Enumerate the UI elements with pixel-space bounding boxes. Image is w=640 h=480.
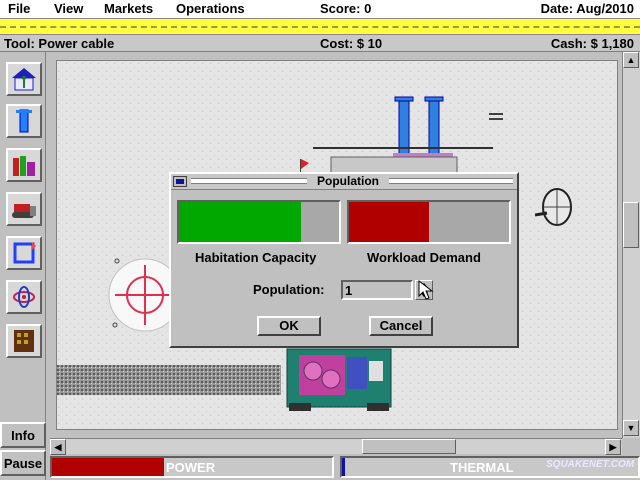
watermark-logo: SQUAKENET.COM — [546, 459, 635, 470]
tool-palette: Info Pause — [0, 52, 46, 480]
power-gauge-label: POWER — [166, 460, 216, 475]
ok-button[interactable]: OK — [257, 316, 321, 336]
population-dialog: Population Habitation Capacity Workload … — [169, 172, 519, 348]
building-tool-icon — [14, 330, 34, 352]
power-pylon-tool-button[interactable] — [6, 104, 42, 138]
industry-tool-button[interactable] — [6, 148, 42, 182]
current-tool: Tool: Power cable — [4, 36, 115, 51]
satellite-dish-icon[interactable] — [535, 185, 575, 239]
power-pylon-tool-icon — [16, 109, 32, 133]
population-input[interactable] — [341, 280, 413, 300]
bulldozer-tool-button[interactable] — [6, 192, 42, 226]
workload-demand-bar — [347, 200, 511, 244]
dialog-close-icon[interactable] — [173, 176, 187, 187]
power-gauge: POWER — [50, 456, 334, 478]
vertical-scroll-thumb[interactable] — [623, 202, 639, 248]
cash-readout: Cash: $ 1,180 — [550, 36, 634, 51]
factory-building-icon[interactable] — [285, 347, 395, 417]
recycle-tool-button[interactable] — [6, 236, 42, 270]
date-readout: Date: Aug/2010 — [540, 1, 634, 16]
workload-demand-label: Workload Demand — [367, 250, 481, 265]
scroll-right-icon[interactable]: ▶ — [605, 439, 621, 455]
population-label: Population: — [253, 282, 325, 297]
horizontal-scrollbar[interactable]: ◀ ▶ — [50, 438, 622, 455]
dialog-title: Population — [317, 174, 379, 188]
menu-operations[interactable]: Operations — [176, 1, 245, 16]
menu-file[interactable]: File — [8, 1, 30, 16]
workload-demand-fill — [349, 202, 429, 242]
pause-button[interactable]: Pause — [0, 450, 46, 476]
habitation-capacity-bar — [177, 200, 341, 244]
info-button[interactable]: Info — [0, 422, 46, 448]
scroll-left-icon[interactable]: ◀ — [50, 439, 66, 455]
building-tool-button[interactable] — [6, 324, 42, 358]
reactor-tool-button[interactable] — [6, 280, 42, 314]
recycle-tool-icon — [13, 242, 36, 264]
scroll-up-icon[interactable]: ▲ — [623, 52, 639, 68]
thermal-gauge-label: THERMAL — [450, 460, 514, 475]
mouse-cursor-icon — [418, 280, 434, 300]
thermal-gauge-fill — [342, 458, 345, 476]
message-band — [0, 18, 640, 35]
horizontal-scroll-thumb[interactable] — [362, 439, 456, 454]
power-gauge-fill — [52, 458, 164, 476]
habitat-tool-icon — [12, 68, 36, 91]
foundation-slab-icon — [300, 147, 493, 174]
reactor-tool-icon — [13, 286, 35, 308]
marker-icon — [489, 113, 503, 120]
bulldozer-tool-icon — [12, 204, 36, 218]
status-bar: Tool: Power cable Cost: $ 10 Cash: $ 1,1… — [0, 35, 640, 52]
cancel-button[interactable]: Cancel — [369, 316, 433, 336]
menu-markets[interactable]: Markets — [104, 1, 153, 16]
dialog-title-bar[interactable]: Population — [171, 174, 517, 190]
vertical-scrollbar[interactable]: ▲ ▼ — [622, 52, 640, 438]
habitat-tool-button[interactable] — [6, 62, 42, 96]
score-readout: Score: 0 — [320, 1, 372, 16]
habitation-capacity-fill — [179, 202, 301, 242]
menu-bar: File View Markets Operations Score: 0 Da… — [0, 0, 640, 18]
menu-view[interactable]: View — [54, 1, 83, 16]
scroll-down-icon[interactable]: ▼ — [623, 420, 639, 436]
industry-tool-icon — [13, 156, 35, 176]
habitation-capacity-label: Habitation Capacity — [195, 250, 317, 265]
tool-cost: Cost: $ 10 — [320, 36, 383, 51]
